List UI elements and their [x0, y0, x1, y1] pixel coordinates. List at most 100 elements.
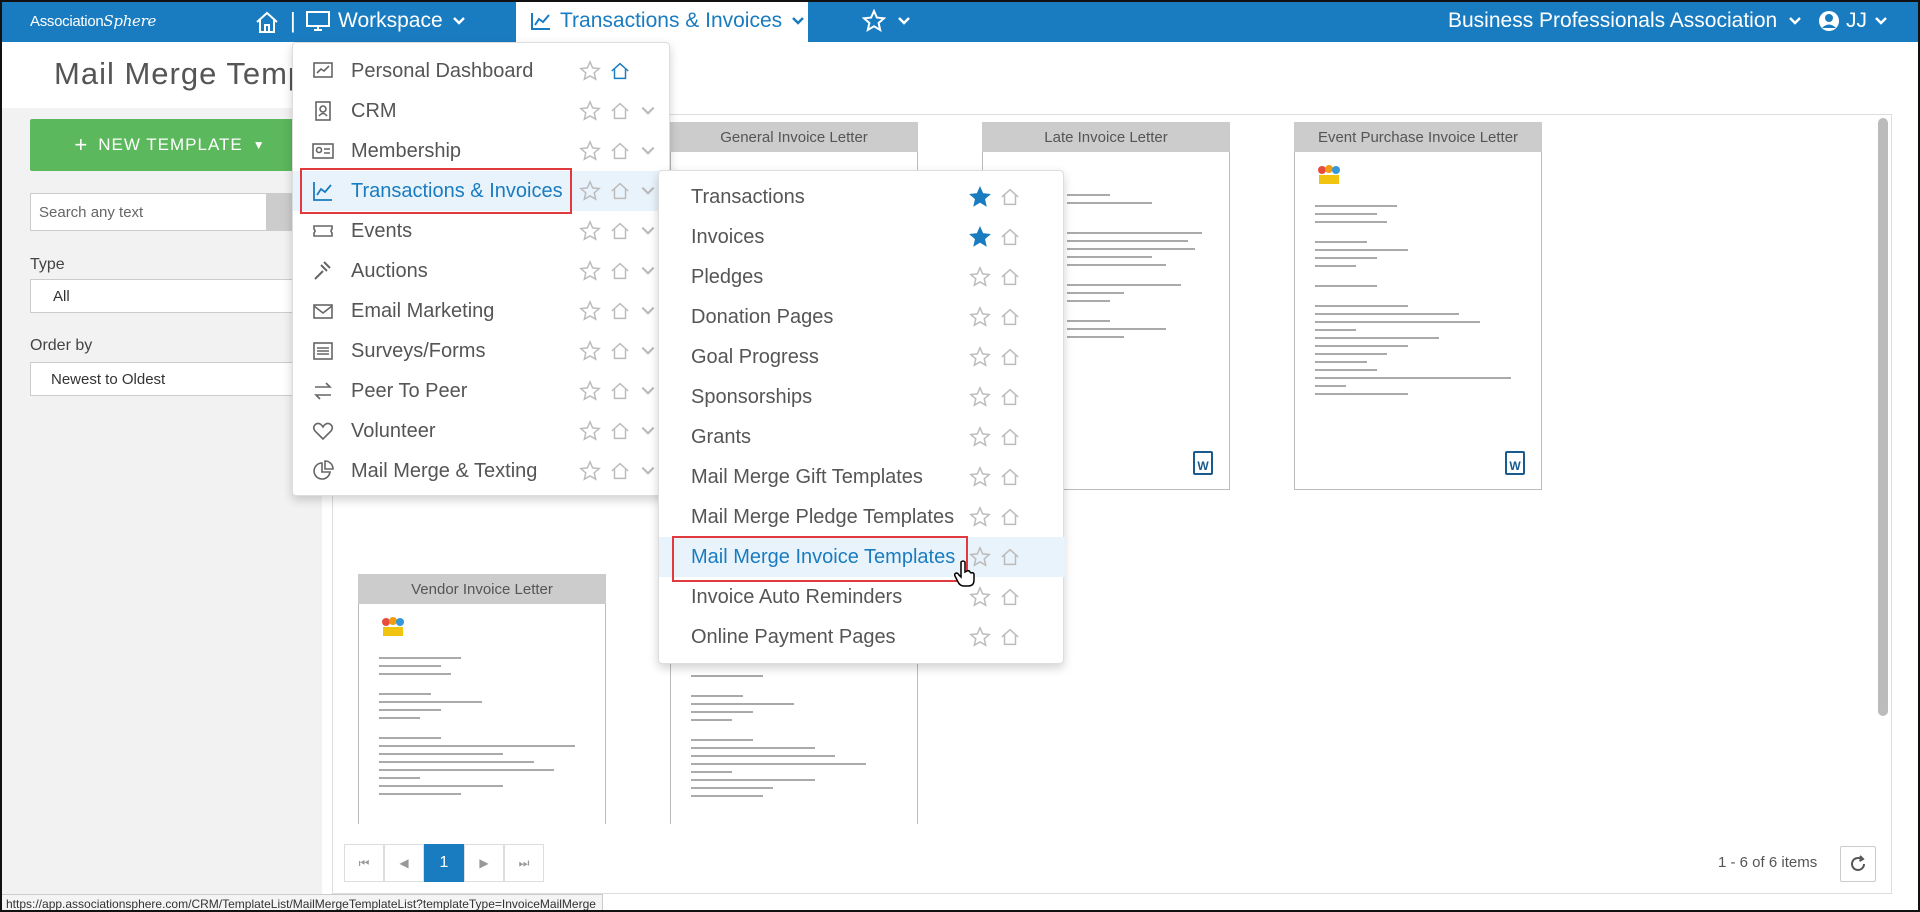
star-outline-icon[interactable] — [579, 340, 601, 362]
workspace-menu-item[interactable]: Events — [293, 211, 671, 251]
home-icon[interactable] — [609, 420, 631, 442]
previous-page-button[interactable]: ◀ — [384, 844, 424, 882]
chevron-down-icon[interactable] — [639, 422, 657, 440]
home-icon[interactable] — [999, 546, 1021, 568]
transactions-submenu-item[interactable]: Mail Merge Gift Templates — [659, 457, 1065, 497]
home-icon[interactable] — [999, 386, 1021, 408]
star-outline-icon[interactable] — [969, 466, 991, 488]
home-icon[interactable] — [999, 626, 1021, 648]
star-filled-icon[interactable] — [969, 186, 991, 208]
page-number-button[interactable]: 1 — [424, 844, 464, 882]
workspace-menu-item[interactable]: CRM — [293, 91, 671, 131]
star-outline-icon[interactable] — [579, 180, 601, 202]
star-outline-icon[interactable] — [579, 300, 601, 322]
star-outline-icon[interactable] — [579, 140, 601, 162]
home-icon[interactable] — [609, 60, 631, 82]
transactions-submenu-item[interactable]: Invoice Auto Reminders — [659, 577, 1065, 617]
transactions-submenu-item[interactable]: Transactions — [659, 177, 1065, 217]
organization-menu-button[interactable]: Business Professionals Association — [1448, 0, 1803, 42]
home-icon[interactable] — [999, 346, 1021, 368]
star-outline-icon[interactable] — [579, 100, 601, 122]
home-icon[interactable] — [609, 340, 631, 362]
type-select[interactable]: All — [30, 279, 300, 313]
transactions-submenu-item[interactable]: Grants — [659, 417, 1065, 457]
star-outline-icon[interactable] — [969, 346, 991, 368]
home-icon[interactable] — [254, 10, 280, 34]
home-icon[interactable] — [609, 260, 631, 282]
transactions-submenu-item[interactable]: Mail Merge Invoice Templates — [659, 537, 1065, 577]
workspace-menu-item[interactable]: Auctions — [293, 251, 671, 291]
star-outline-icon[interactable] — [579, 460, 601, 482]
star-outline-icon[interactable] — [579, 60, 601, 82]
chevron-down-icon[interactable] — [639, 102, 657, 120]
home-icon[interactable] — [609, 460, 631, 482]
home-icon[interactable] — [609, 140, 631, 162]
chevron-down-icon[interactable] — [639, 382, 657, 400]
star-outline-icon[interactable] — [969, 426, 991, 448]
transactions-submenu-item[interactable]: Online Payment Pages — [659, 617, 1065, 657]
transactions-submenu-item[interactable]: Goal Progress — [659, 337, 1065, 377]
user-menu-button[interactable]: JJ — [1818, 0, 1889, 42]
star-outline-icon[interactable] — [969, 586, 991, 608]
star-outline-icon[interactable] — [969, 306, 991, 328]
logo[interactable]: AssociationSphere — [30, 12, 156, 30]
home-icon[interactable] — [609, 100, 631, 122]
workspace-menu-item[interactable]: Peer To Peer — [293, 371, 671, 411]
chevron-down-icon[interactable] — [639, 262, 657, 280]
transactions-menu-button[interactable]: Transactions & Invoices — [516, 0, 808, 42]
workspace-menu-item[interactable]: Personal Dashboard — [293, 51, 671, 91]
home-icon[interactable] — [999, 186, 1021, 208]
workspace-menu-item[interactable]: Surveys/Forms — [293, 331, 671, 371]
workspace-menu-item-label: Email Marketing — [351, 299, 495, 322]
home-icon[interactable] — [999, 426, 1021, 448]
order-by-select[interactable]: Newest to Oldest — [30, 362, 300, 396]
chevron-down-icon[interactable] — [639, 182, 657, 200]
home-icon[interactable] — [609, 180, 631, 202]
star-filled-icon[interactable] — [969, 226, 991, 248]
chevron-down-icon[interactable] — [639, 222, 657, 240]
workspace-menu-item[interactable]: Transactions & Invoices — [293, 171, 671, 211]
home-icon[interactable] — [999, 586, 1021, 608]
star-outline-icon[interactable] — [579, 420, 601, 442]
transactions-submenu-item[interactable]: Donation Pages — [659, 297, 1065, 337]
home-icon[interactable] — [999, 226, 1021, 248]
chevron-down-icon[interactable] — [639, 142, 657, 160]
transactions-submenu-item-label: Pledges — [691, 265, 764, 288]
chevron-down-icon[interactable] — [639, 302, 657, 320]
home-icon[interactable] — [609, 220, 631, 242]
search-input[interactable] — [31, 194, 299, 230]
template-card[interactable]: Event Purchase Invoice Letter W — [1294, 122, 1542, 490]
next-page-button[interactable]: ▶ — [464, 844, 504, 882]
home-icon[interactable] — [609, 380, 631, 402]
star-outline-icon[interactable] — [969, 266, 991, 288]
chevron-down-icon[interactable] — [639, 342, 657, 360]
scrollbar[interactable] — [1878, 118, 1888, 716]
star-outline-icon[interactable] — [579, 220, 601, 242]
transactions-submenu-item[interactable]: Mail Merge Pledge Templates — [659, 497, 1065, 537]
star-outline-icon[interactable] — [579, 260, 601, 282]
home-icon[interactable] — [999, 306, 1021, 328]
first-page-button[interactable]: ⏮ — [344, 844, 384, 882]
last-page-button[interactable]: ⏭ — [504, 844, 544, 882]
workspace-menu-item[interactable]: Mail Merge & Texting — [293, 451, 671, 491]
workspace-menu-button[interactable]: Workspace — [306, 0, 467, 42]
favorites-menu-button[interactable] — [862, 0, 912, 42]
workspace-menu-item[interactable]: Membership — [293, 131, 671, 171]
workspace-menu-item[interactable]: Volunteer — [293, 411, 671, 451]
new-template-button[interactable]: + NEW TEMPLATE ▼ — [30, 119, 310, 171]
home-icon[interactable] — [609, 300, 631, 322]
template-card[interactable]: Vendor Invoice Letter — [358, 574, 606, 824]
home-icon[interactable] — [999, 506, 1021, 528]
transactions-submenu-item[interactable]: Sponsorships — [659, 377, 1065, 417]
chevron-down-icon[interactable] — [639, 462, 657, 480]
star-outline-icon[interactable] — [969, 386, 991, 408]
home-icon[interactable] — [999, 266, 1021, 288]
star-outline-icon[interactable] — [969, 626, 991, 648]
home-icon[interactable] — [999, 466, 1021, 488]
transactions-submenu-item[interactable]: Invoices — [659, 217, 1065, 257]
star-outline-icon[interactable] — [969, 506, 991, 528]
workspace-menu-item[interactable]: Email Marketing — [293, 291, 671, 331]
refresh-button[interactable] — [1840, 846, 1876, 882]
star-outline-icon[interactable] — [579, 380, 601, 402]
transactions-submenu-item[interactable]: Pledges — [659, 257, 1065, 297]
